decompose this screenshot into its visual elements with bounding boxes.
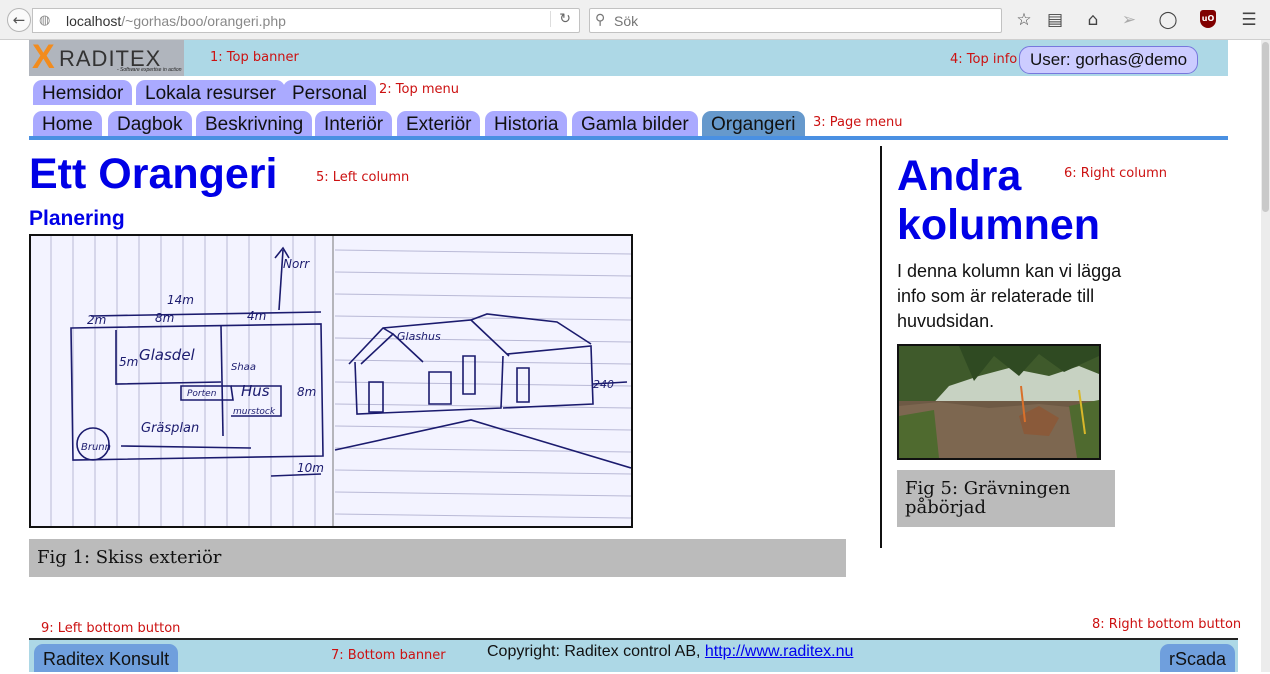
sketch-label-glashus: Glashus <box>397 330 441 343</box>
column-divider <box>880 146 882 548</box>
left-column-title: Ett Orangeri <box>29 150 278 198</box>
digging-photo <box>897 344 1101 460</box>
search-icon: ⚲ <box>595 12 606 28</box>
sketch-drawing: Norr 14m 2m 8m 4m 5m 8m 10m Glasdel Hus … <box>50 236 631 526</box>
sketch-label-8m-side: 8m <box>297 385 316 399</box>
top-banner: X RADITEX - Software expertise in action… <box>29 40 1228 76</box>
url-text[interactable]: localhost/~gorhas/boo/orangeri.php <box>66 13 286 29</box>
top-menu-lokala-resurser[interactable]: Lokala resurser <box>136 80 285 105</box>
sketch-label-shaa: Shaa <box>231 362 256 373</box>
bottom-banner-annotation: 7: Bottom banner <box>331 648 446 663</box>
sketch-label-8m: 8m <box>155 311 174 325</box>
page-menu-historia[interactable]: Historia <box>485 111 568 136</box>
right-column-text: I denna kolumn kan vi lägga info som är … <box>897 261 1122 331</box>
page-menu-interior[interactable]: Interiör <box>315 111 393 136</box>
sketch-label-murstock: murstock <box>233 407 276 417</box>
sketch-label-2m: 2m <box>87 313 106 327</box>
sketch-label-hus: Hus <box>241 382 270 400</box>
right-column-annotation: 6: Right column <box>1064 166 1168 181</box>
sketch-image: Norr 14m 2m 8m 4m 5m 8m 10m Glasdel Hus … <box>29 234 633 528</box>
sketch-label-grasplan: Gräsplan <box>141 421 199 436</box>
back-arrow-icon[interactable]: ← <box>7 8 31 32</box>
copyright-label: Copyright: Raditex control AB, <box>487 643 705 660</box>
url-path: /~gorhas/boo/orangeri.php <box>121 13 286 29</box>
reload-icon[interactable]: ↻ <box>550 11 571 27</box>
top-menu-hemsidor[interactable]: Hemsidor <box>33 80 133 105</box>
url-host: localhost <box>66 13 122 29</box>
page-menu-beskrivning[interactable]: Beskrivning <box>196 111 313 136</box>
page-menu-underline <box>29 136 1228 140</box>
scrollbar-thumb[interactable] <box>1262 42 1269 212</box>
page: X RADITEX - Software expertise in action… <box>0 40 1261 672</box>
sketch-label-glasdel: Glasdel <box>139 346 196 364</box>
digging-photo-drawing <box>899 346 1099 458</box>
top-info-annotation: 4: Top info <box>950 52 1018 67</box>
sketch-label-porten: Porten <box>187 389 217 399</box>
figure-5-caption: Fig 5: Grävningen påbörjad <box>897 470 1115 527</box>
url-bar[interactable]: ◍ localhost/~gorhas/boo/orangeri.php ↻ <box>32 8 580 33</box>
reading-list-icon[interactable]: ▤ <box>1044 10 1066 30</box>
sketch-label-4m: 4m <box>247 309 266 323</box>
sketch-label-norr: Norr <box>283 257 310 271</box>
globe-icon: ◍ <box>39 13 51 28</box>
copyright-link[interactable]: http://www.raditex.nu <box>705 643 854 660</box>
search-bar[interactable]: ⚲ <box>589 8 1002 33</box>
send-icon[interactable]: ➢ <box>1118 10 1140 30</box>
page-menu-exterior[interactable]: Exteriör <box>397 111 481 136</box>
ublock-shield-icon[interactable]: uO <box>1200 10 1216 28</box>
sketch-label-brunn: Brunn <box>81 442 111 453</box>
home-icon[interactable]: ⌂ <box>1082 10 1104 30</box>
sketch-label-240: 240 <box>593 378 614 391</box>
bookmark-star-icon[interactable]: ☆ <box>1013 10 1035 30</box>
page-menu-organgeri[interactable]: Organgeri <box>702 111 805 136</box>
page-menu-annotation: 3: Page menu <box>813 115 903 130</box>
chat-bubble-icon[interactable]: ◯ <box>1157 10 1179 30</box>
page-menu-gamla-bilder[interactable]: Gamla bilder <box>572 111 698 136</box>
logo-x-mark: X <box>32 38 55 76</box>
browser-toolbar: ← ◍ localhost/~gorhas/boo/orangeri.php ↻… <box>0 0 1270 40</box>
rscada-button[interactable]: rScada <box>1160 644 1236 672</box>
right-column-title-line2: kolumnen <box>897 201 1101 249</box>
raditex-logo[interactable]: X RADITEX - Software expertise in action <box>29 40 184 76</box>
raditex-konsult-button[interactable]: Raditex Konsult <box>34 644 179 672</box>
logo-tagline: - Software expertise in action <box>117 67 182 73</box>
sketch-label-10m: 10m <box>297 461 324 475</box>
left-bottom-button-annotation: 9: Left bottom button <box>41 621 181 636</box>
search-input[interactable] <box>614 13 984 29</box>
page-menu-dagbok[interactable]: Dagbok <box>108 111 192 136</box>
vertical-scrollbar[interactable] <box>1261 40 1270 672</box>
top-banner-annotation: 1: Top banner <box>210 50 299 65</box>
user-button[interactable]: User: gorhas@demo <box>1019 46 1199 74</box>
top-menu-annotation: 2: Top menu <box>379 82 459 97</box>
sketch-label-5m: 5m <box>119 355 138 369</box>
figure-1-caption: Fig 1: Skiss exteriör <box>29 539 846 577</box>
left-column-subtitle: Planering <box>29 207 125 230</box>
page-menu-home[interactable]: Home <box>33 111 102 136</box>
right-bottom-button-annotation: 8: Right bottom button <box>1092 617 1242 632</box>
left-column-annotation: 5: Left column <box>316 170 410 185</box>
top-menu-personal[interactable]: Personal <box>283 80 376 105</box>
hamburger-menu-icon[interactable]: ☰ <box>1238 10 1260 30</box>
copyright-text: Copyright: Raditex control AB, http://ww… <box>487 643 853 661</box>
sketch-label-14m: 14m <box>167 293 194 307</box>
